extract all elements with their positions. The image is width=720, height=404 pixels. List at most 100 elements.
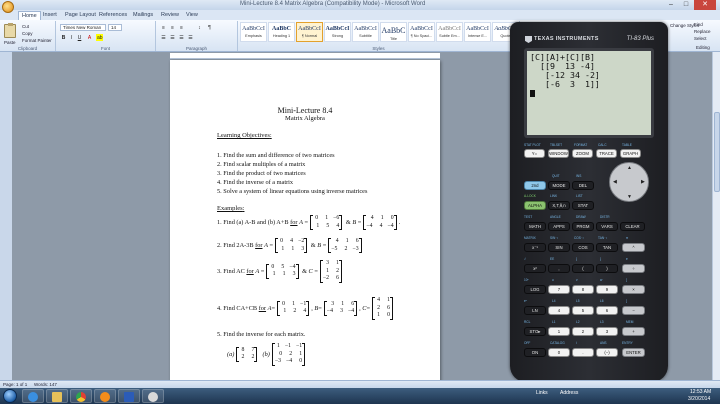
tab-insert[interactable]: Insert	[40, 11, 60, 20]
key-5[interactable]: 5	[572, 306, 594, 315]
tab-page-layout[interactable]: Page Layout	[62, 11, 99, 20]
scrollbar-thumb[interactable]	[714, 112, 720, 192]
key-zoom[interactable]: ZOOM	[572, 149, 593, 158]
key-8[interactable]: 8	[572, 285, 594, 294]
tab-references[interactable]: References	[96, 11, 130, 20]
office-button[interactable]	[2, 1, 14, 13]
taskbar-explorer[interactable]	[46, 389, 68, 403]
key-trace[interactable]: TRACE	[596, 149, 617, 158]
key-multiply[interactable]: ×	[622, 285, 645, 294]
clock-time[interactable]: 12:53 AM	[690, 389, 711, 395]
key-square[interactable]: x²	[524, 264, 546, 273]
taskbar-word[interactable]	[118, 389, 140, 403]
key-on[interactable]: ON	[524, 348, 546, 357]
links-toolbar[interactable]: Links	[536, 390, 548, 396]
key-4[interactable]: 4	[548, 306, 570, 315]
key-math[interactable]: MATH	[524, 222, 546, 231]
key-mode[interactable]: MODE	[548, 181, 570, 190]
numbering-icon[interactable]: ≡	[169, 24, 176, 31]
right-arrow-icon[interactable]: ▶	[641, 179, 645, 185]
key-paren-open[interactable]: (	[572, 264, 594, 273]
style-subtle-emphasis[interactable]: AaBbCcI Subtle Em...	[436, 22, 463, 42]
key-decimal[interactable]: .	[572, 348, 594, 357]
document-page[interactable]: Mini-Lecture 8.4 Matrix Algebra Learning…	[170, 60, 440, 382]
style-normal[interactable]: AaBbCcI ¶ Normal	[296, 22, 323, 42]
down-arrow-icon[interactable]: ▼	[627, 194, 632, 200]
style-no-spacing[interactable]: AaBbCcI ¶ No Spaci...	[408, 22, 435, 42]
key-2nd[interactable]: 2nd	[524, 181, 546, 190]
close-button[interactable]: ✕	[694, 0, 716, 10]
key-paren-close[interactable]: )	[596, 264, 618, 273]
multilevel-icon[interactable]: ≡	[178, 24, 185, 31]
style-intense-emphasis[interactable]: AaBbCcI Intense E...	[464, 22, 491, 42]
align-center-icon[interactable]: ☰	[169, 34, 176, 41]
style-heading-1[interactable]: AaBbC Heading 1	[268, 22, 295, 42]
key-power[interactable]: ^	[622, 243, 645, 252]
key-stat[interactable]: STAT	[572, 201, 594, 210]
maximize-button[interactable]: □	[679, 0, 693, 10]
clock-date[interactable]: 3/20/2014	[688, 396, 710, 402]
tab-review[interactable]: Review	[158, 11, 182, 20]
key-apps[interactable]: APPS	[548, 222, 570, 231]
key-add[interactable]: +	[622, 327, 645, 336]
bold-button[interactable]: B	[60, 34, 67, 41]
arrow-pad[interactable]: ▲ ▼ ◀ ▶	[609, 162, 649, 202]
select-button[interactable]: Select	[694, 36, 707, 41]
key-log[interactable]: LOG	[524, 285, 546, 294]
key-ln[interactable]: LN	[524, 306, 546, 315]
key-negative[interactable]: (−)	[596, 348, 618, 357]
key-enter[interactable]: ENTER	[622, 348, 645, 357]
up-arrow-icon[interactable]: ▲	[627, 165, 632, 171]
key-graph[interactable]: GRAPH	[620, 149, 641, 158]
vertical-scrollbar[interactable]	[712, 52, 720, 380]
status-words[interactable]: Words: 147	[34, 382, 57, 387]
format-painter-button[interactable]: Format Painter	[22, 38, 52, 43]
paste-icon[interactable]	[4, 23, 16, 38]
tab-view[interactable]: View	[183, 11, 201, 20]
style-strong[interactable]: AaBbCcI Strong	[324, 22, 351, 42]
align-left-icon[interactable]: ☰	[160, 34, 167, 41]
taskbar-app[interactable]	[142, 389, 164, 403]
key-7[interactable]: 7	[548, 285, 570, 294]
status-page[interactable]: Page: 1 of 1	[3, 382, 27, 387]
align-right-icon[interactable]: ☰	[178, 34, 185, 41]
highlight-icon[interactable]: ab	[96, 34, 103, 41]
taskbar-media[interactable]	[94, 389, 116, 403]
minimize-button[interactable]: –	[664, 0, 678, 10]
key-3[interactable]: 3	[596, 327, 618, 336]
key-9[interactable]: 9	[596, 285, 618, 294]
key-cos[interactable]: COS	[572, 243, 594, 252]
copy-button[interactable]: Copy	[22, 31, 33, 36]
style-emphasis[interactable]: AaBbCcI Emphasis	[240, 22, 267, 42]
justify-icon[interactable]: ☰	[187, 34, 194, 41]
font-name-select[interactable]: Times New Roman	[60, 24, 106, 31]
find-button[interactable]: Find	[694, 22, 703, 27]
taskbar-ie[interactable]	[22, 389, 44, 403]
replace-button[interactable]: Replace	[694, 29, 711, 34]
tab-mailings[interactable]: Mailings	[130, 11, 156, 20]
sort-icon[interactable]: ↕	[196, 24, 203, 31]
paste-label[interactable]: Paste	[4, 40, 16, 45]
key-xt-theta-n[interactable]: X,T,θ,n	[548, 201, 570, 210]
key-vars[interactable]: VARS	[596, 222, 618, 231]
key-y-equals[interactable]: Y=	[524, 149, 545, 158]
font-color-icon[interactable]: A	[86, 34, 93, 41]
key-store[interactable]: STO▸	[524, 327, 546, 336]
key-prgm[interactable]: PRGM	[572, 222, 594, 231]
style-subtitle[interactable]: AaBbCcI Subtitle	[352, 22, 379, 42]
key-window[interactable]: WINDOW	[548, 149, 569, 158]
italic-button[interactable]: I	[68, 34, 75, 41]
key-inverse[interactable]: x⁻¹	[524, 243, 546, 252]
show-marks-icon[interactable]: ¶	[206, 24, 213, 31]
underline-button[interactable]: U	[76, 34, 83, 41]
taskbar-chrome[interactable]	[70, 389, 92, 403]
key-2[interactable]: 2	[572, 327, 594, 336]
key-0[interactable]: 0	[548, 348, 570, 357]
key-tan[interactable]: TAN	[596, 243, 618, 252]
key-comma[interactable]: ,	[548, 264, 570, 273]
bullets-icon[interactable]: ≡	[160, 24, 167, 31]
left-arrow-icon[interactable]: ◀	[613, 179, 617, 185]
key-clear[interactable]: CLEAR	[620, 222, 645, 231]
tab-home[interactable]: Home	[18, 11, 41, 20]
key-6[interactable]: 6	[596, 306, 618, 315]
